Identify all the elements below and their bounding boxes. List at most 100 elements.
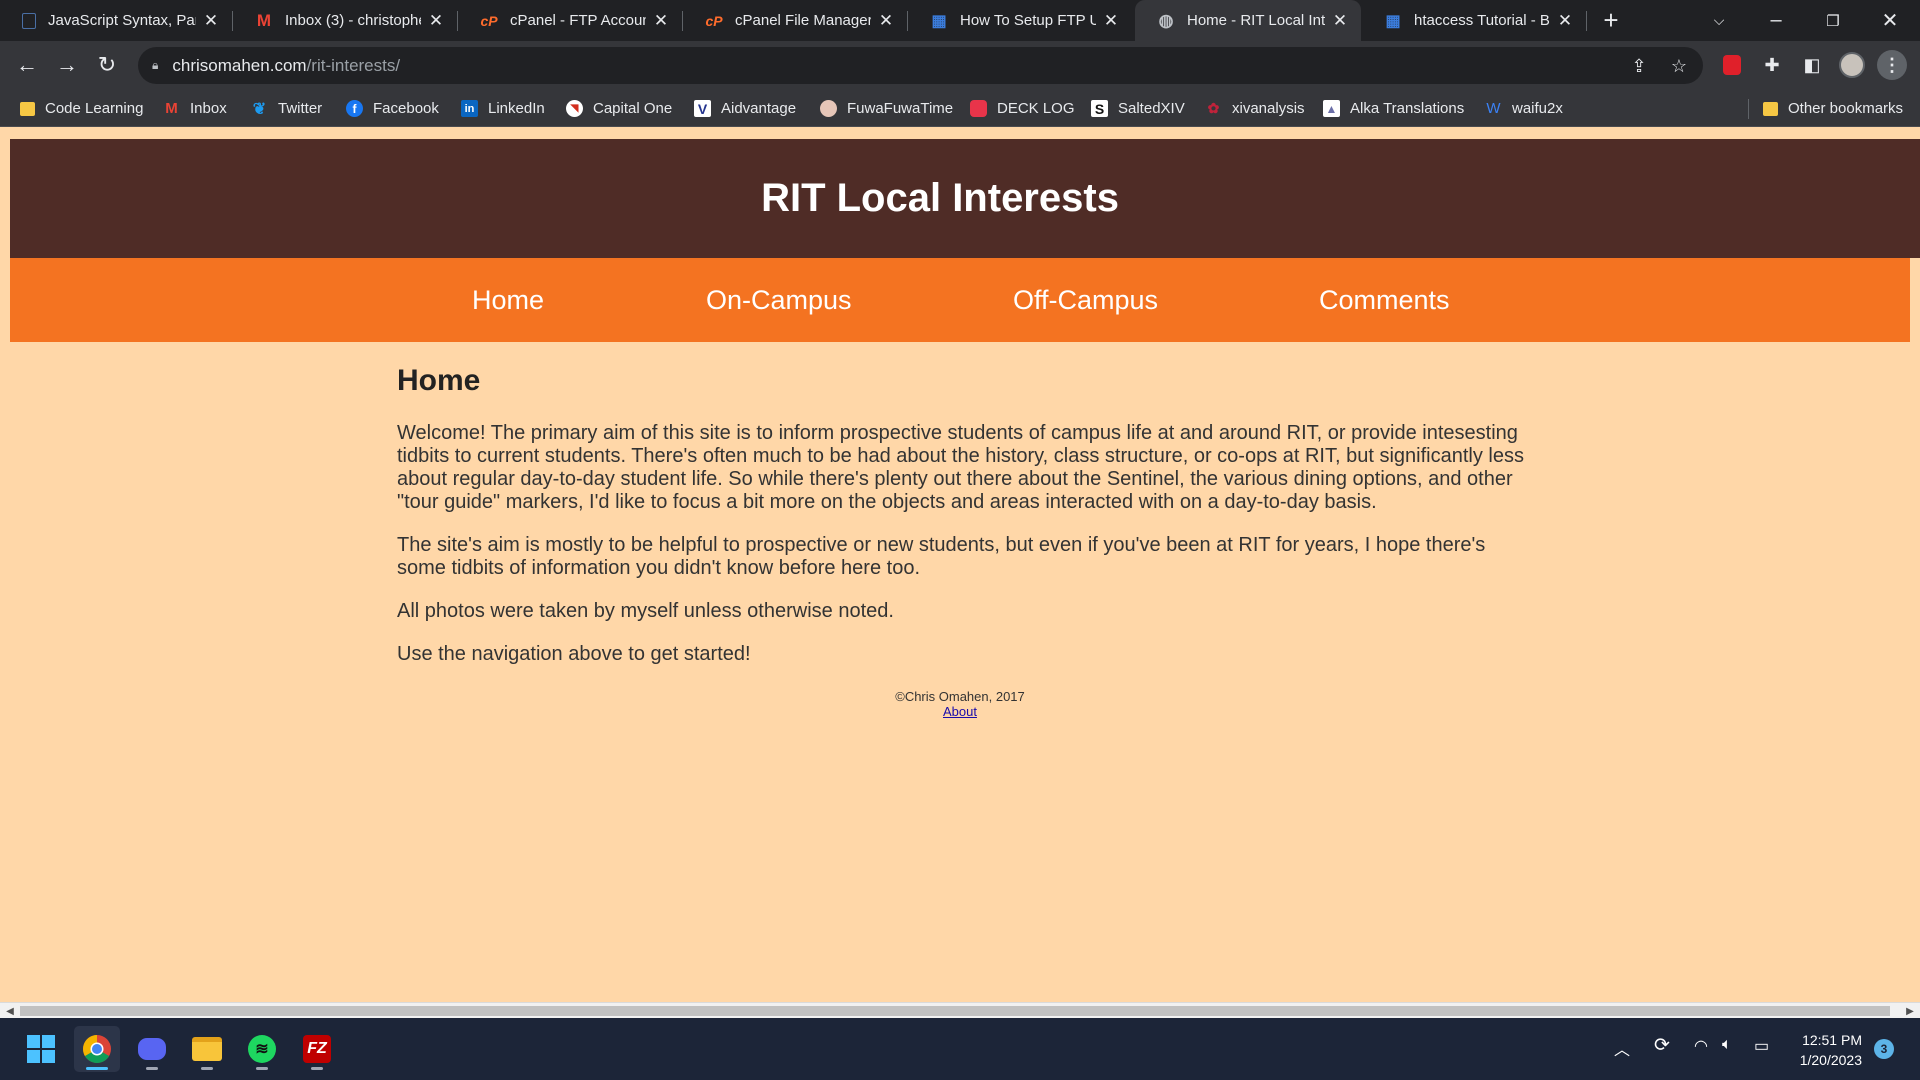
- other-bookmarks-folder[interactable]: Other bookmarks: [1763, 90, 1903, 127]
- close-tab-icon[interactable]: ✕: [1102, 11, 1120, 31]
- bookmark-saltedxiv[interactable]: S SaltedXIV: [1091, 90, 1185, 127]
- tab-strip: JavaScript Syntax, Part ✕ M Inbox (3) - …: [0, 0, 1920, 41]
- main-content: Home Welcome! The primary aim of this si…: [397, 364, 1527, 686]
- fuwafuwa-icon: [820, 100, 837, 117]
- clock-time: 12:51 PM: [1802, 1032, 1862, 1048]
- nav-link-comments[interactable]: Comments: [1319, 258, 1450, 342]
- discord-icon: [138, 1038, 166, 1060]
- battery-icon[interactable]: ▭: [1754, 1036, 1769, 1056]
- tab-htaccess-tutorial[interactable]: ▦ htaccess Tutorial - Blu ✕: [1362, 0, 1586, 41]
- close-window-button[interactable]: ✕: [1870, 0, 1910, 41]
- new-tab-button[interactable]: +: [1591, 0, 1631, 41]
- bookmark-fuwafuwatime[interactable]: FuwaFuwaTime: [820, 90, 953, 127]
- bookmarks-bar: Code Learning M Inbox ❦ Twitter f Facebo…: [0, 90, 1920, 127]
- sync-icon[interactable]: ⟳: [1654, 1034, 1670, 1057]
- scroll-left-icon[interactable]: ◀: [2, 1004, 18, 1018]
- close-tab-icon[interactable]: ✕: [1556, 11, 1574, 31]
- footer-about-link[interactable]: About: [860, 704, 1060, 719]
- tab-cpanel-ftp-accounts[interactable]: cP cPanel - FTP Accounts ✕: [458, 0, 682, 41]
- start-button[interactable]: [18, 1026, 64, 1072]
- side-panel-icon[interactable]: ◧: [1797, 50, 1827, 80]
- page-heading: Home: [397, 364, 481, 397]
- horizontal-scrollbar[interactable]: ◀ ▶: [0, 1002, 1920, 1018]
- active-indicator: [86, 1067, 108, 1070]
- nav-link-off-campus[interactable]: Off-Campus: [1013, 258, 1158, 342]
- folder-icon: [1763, 101, 1778, 116]
- bookmark-inbox[interactable]: M Inbox: [163, 90, 226, 127]
- volume-icon[interactable]: 🔈︎: [1722, 1036, 1732, 1054]
- bookmark-linkedin[interactable]: in LinkedIn: [461, 90, 545, 127]
- bookmark-waifu2x[interactable]: W waifu2x: [1485, 90, 1562, 127]
- tab-cpanel-file-manager[interactable]: cP cPanel File Manager v ✕: [683, 0, 907, 41]
- extension-adblock-icon[interactable]: [1717, 50, 1747, 80]
- get-started-paragraph: Use the navigation above to get started!: [397, 643, 751, 665]
- running-indicator: [201, 1067, 213, 1070]
- bookmark-capital-one[interactable]: ◥ Capital One: [566, 90, 672, 127]
- bookmark-code-learning[interactable]: Code Learning: [20, 90, 143, 127]
- address-bar[interactable]: 🔒︎ chrisomahen.com/rit-interests/ ⇪ ☆: [138, 47, 1703, 84]
- site-footer: ©Chris Omahen, 2017 About: [860, 689, 1060, 719]
- spotify-icon: ≋: [248, 1035, 276, 1063]
- tab-rit-local-interests[interactable]: ◍ Home - RIT Local Inte ✕: [1135, 0, 1361, 41]
- taskbar-file-explorer[interactable]: [184, 1026, 230, 1072]
- bookmark-xivanalysis[interactable]: ✿ xivanalysis: [1205, 90, 1305, 127]
- share-icon[interactable]: ⇪: [1628, 55, 1650, 77]
- grid-icon: ▦: [1385, 12, 1401, 30]
- xivanalysis-icon: ✿: [1207, 100, 1220, 116]
- folder-icon: [20, 101, 35, 116]
- minimize-button[interactable]: –: [1756, 0, 1796, 41]
- close-tab-icon[interactable]: ✕: [877, 11, 895, 31]
- taskbar-spotify[interactable]: ≋: [239, 1026, 285, 1072]
- tab-javascript-syntax[interactable]: JavaScript Syntax, Part ✕: [0, 0, 232, 41]
- address-path: /rit-interests/: [306, 55, 401, 75]
- saltedxiv-icon: S: [1091, 100, 1108, 117]
- bookmark-deck-log[interactable]: DECK LOG: [970, 90, 1075, 127]
- windows-logo-icon: [27, 1035, 55, 1063]
- close-tab-icon[interactable]: ✕: [202, 11, 220, 31]
- footer-copyright: ©Chris Omahen, 2017: [895, 689, 1025, 704]
- restore-button[interactable]: ❐: [1813, 0, 1853, 41]
- bookmark-star-icon[interactable]: ☆: [1668, 55, 1690, 77]
- profile-avatar[interactable]: [1837, 50, 1867, 80]
- tab-separator: [1586, 11, 1587, 31]
- show-hidden-icons-chevron-icon[interactable]: ︿: [1614, 1036, 1630, 1060]
- close-tab-icon[interactable]: ✕: [1331, 11, 1349, 31]
- close-tab-icon[interactable]: ✕: [652, 11, 670, 31]
- nav-link-home[interactable]: Home: [472, 258, 544, 342]
- running-indicator: [146, 1067, 158, 1070]
- tab-search-button[interactable]: ⌵: [1699, 0, 1739, 41]
- lock-icon: 🔒︎: [152, 58, 159, 72]
- notification-badge[interactable]: 3: [1874, 1039, 1894, 1059]
- running-indicator: [311, 1067, 323, 1070]
- windows-taskbar: ≋ FZ ︿ ⟳ ◠ 🔈︎ ▭ 12:51 PM 1/20/2023 3: [0, 1018, 1920, 1080]
- taskbar-chrome[interactable]: [74, 1026, 120, 1072]
- globe-icon: ◍: [1158, 10, 1174, 30]
- bookmarks-separator: [1748, 99, 1749, 119]
- back-button[interactable]: ←: [10, 48, 44, 82]
- site-header: RIT Local Interests: [10, 139, 1920, 258]
- bookmark-facebook[interactable]: f Facebook: [346, 90, 439, 127]
- wifi-icon[interactable]: ◠: [1694, 1036, 1708, 1056]
- close-tab-icon[interactable]: ✕: [427, 11, 445, 31]
- nav-link-on-campus[interactable]: On-Campus: [706, 258, 852, 342]
- bookmark-twitter[interactable]: ❦ Twitter: [251, 90, 322, 127]
- system-clock[interactable]: 12:51 PM 1/20/2023: [1800, 1030, 1862, 1070]
- bookmark-alka-translations[interactable]: ▲ Alka Translations: [1323, 90, 1464, 127]
- scrollbar-thumb[interactable]: [20, 1006, 1890, 1016]
- scroll-right-icon[interactable]: ▶: [1902, 1004, 1918, 1018]
- address-host: chrisomahen.com: [172, 55, 307, 75]
- taskbar-filezilla[interactable]: FZ: [294, 1026, 340, 1072]
- bookmark-aidvantage[interactable]: V Aidvantage: [694, 90, 796, 127]
- extensions-puzzle-icon[interactable]: ✚: [1757, 50, 1787, 80]
- site-navigation: Home On-Campus Off-Campus Comments: [10, 258, 1910, 342]
- taskbar-discord[interactable]: [129, 1026, 175, 1072]
- grid-icon: ▦: [931, 12, 947, 30]
- reload-button[interactable]: ↻: [90, 48, 124, 82]
- menu-kebab-icon[interactable]: ⋮: [1877, 50, 1907, 80]
- clock-date: 1/20/2023: [1799, 1052, 1862, 1068]
- browser-toolbar: ← → ↻ 🔒︎ chrisomahen.com/rit-interests/ …: [0, 41, 1920, 90]
- tab-gmail-inbox[interactable]: M Inbox (3) - christopher ✕: [233, 0, 457, 41]
- tab-setup-ftp[interactable]: ▦ How To Setup FTP Usi ✕: [908, 0, 1132, 41]
- forward-button[interactable]: →: [50, 48, 84, 82]
- cpanel-icon: cP: [480, 12, 498, 29]
